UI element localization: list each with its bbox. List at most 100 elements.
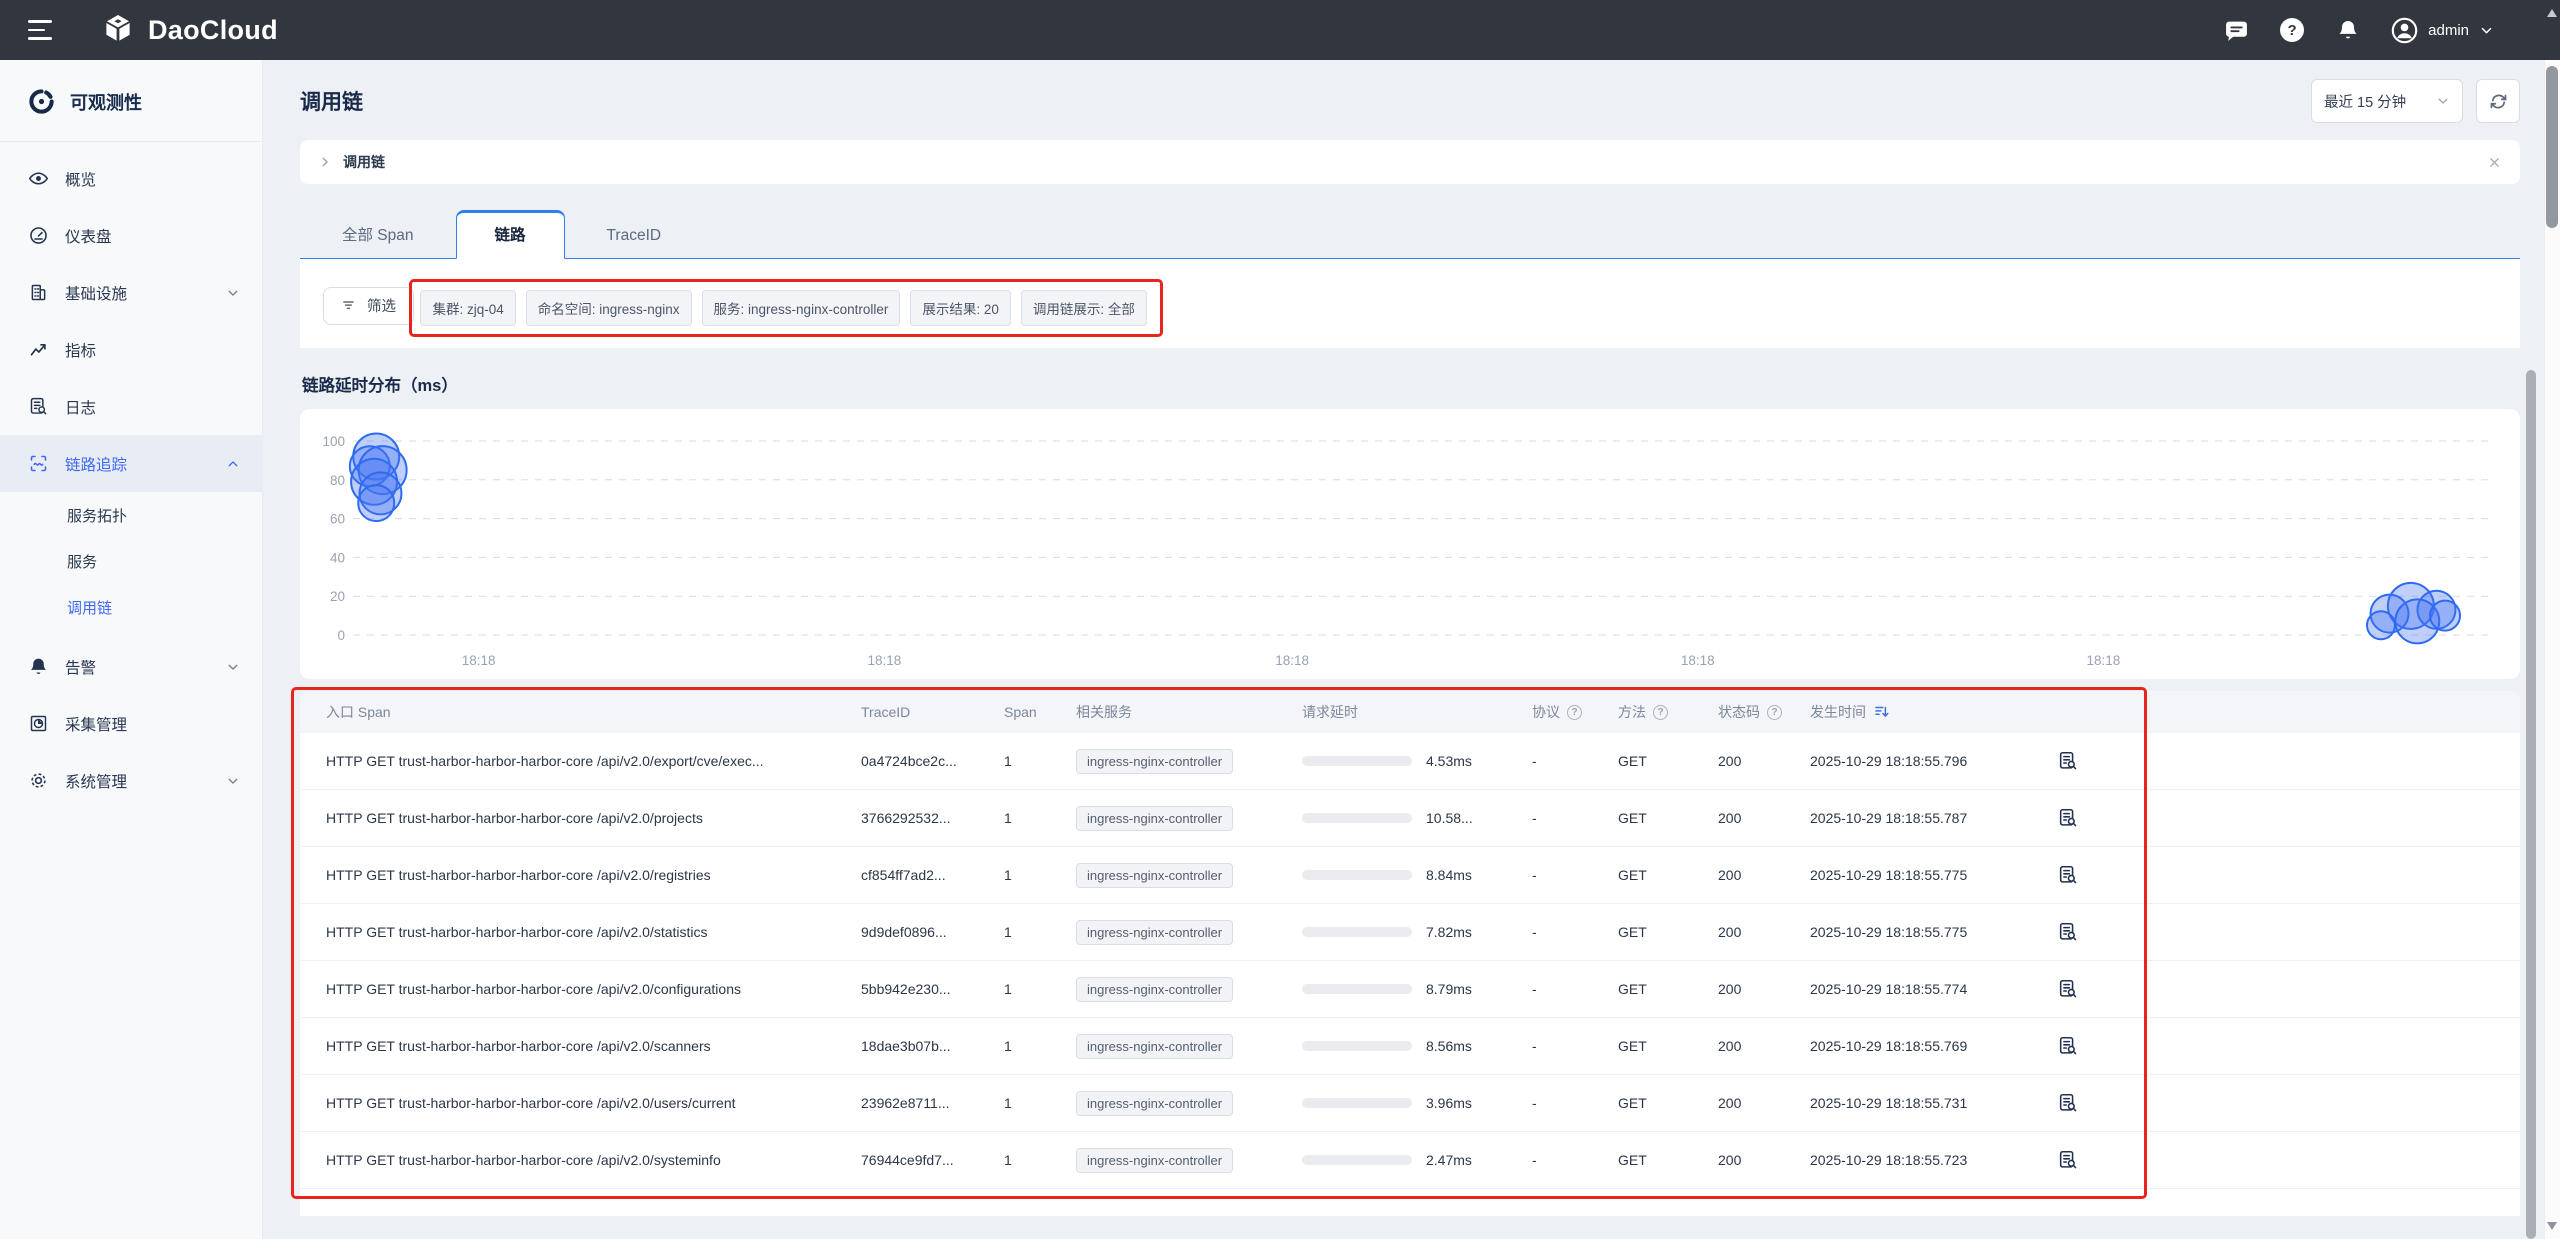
table-row[interactable]: HTTP GET trust-harbor-harbor-harbor-core…	[300, 1075, 2520, 1132]
filter-tag[interactable]: 集群: zjq-04	[420, 290, 515, 326]
breadcrumb-item[interactable]: 调用链	[343, 152, 385, 172]
svg-text:18:18: 18:18	[2087, 653, 2121, 668]
filter-tag[interactable]: 命名空间: ingress-nginx	[526, 290, 692, 326]
service-tag[interactable]: ingress-nginx-controller	[1076, 1148, 1233, 1173]
traceid-cell[interactable]: 0a4724bce2c...	[861, 753, 1004, 769]
view-logs-button[interactable]	[2057, 1035, 2107, 1057]
entry-span-cell[interactable]: HTTP GET trust-harbor-harbor-harbor-core…	[326, 867, 861, 883]
sidebar-item-alerts[interactable]: 告警	[0, 638, 262, 695]
table-row[interactable]: HTTP GET trust-harbor-harbor-harbor-core…	[300, 904, 2520, 961]
service-tag[interactable]: ingress-nginx-controller	[1076, 920, 1233, 945]
refresh-button[interactable]	[2476, 79, 2520, 123]
help-icon[interactable]: ?	[2279, 17, 2305, 43]
window-scrollbar[interactable]	[2544, 0, 2560, 1239]
entry-span-cell[interactable]: HTTP GET trust-harbor-harbor-harbor-core…	[326, 1038, 861, 1054]
view-logs-button[interactable]	[2057, 978, 2107, 1000]
entry-span-cell[interactable]: HTTP GET trust-harbor-harbor-harbor-core…	[326, 924, 861, 940]
table-row[interactable]: HTTP GET trust-harbor-harbor-harbor-core…	[300, 733, 2520, 790]
tab-link[interactable]: 链路	[456, 210, 565, 259]
building-icon	[28, 282, 49, 303]
view-logs-button[interactable]	[2057, 864, 2107, 886]
view-logs-button[interactable]	[2057, 1092, 2107, 1114]
entry-span-cell[interactable]: HTTP GET trust-harbor-harbor-harbor-core…	[326, 1152, 861, 1168]
traceid-cell[interactable]: 76944ce9fd7...	[861, 1152, 1004, 1168]
latency-bar	[1302, 1155, 1412, 1165]
service-tag[interactable]: ingress-nginx-controller	[1076, 806, 1233, 831]
sidebar-item-metrics[interactable]: 指标	[0, 321, 262, 378]
table-row[interactable]: HTTP GET trust-harbor-harbor-harbor-core…	[300, 1132, 2520, 1189]
view-logs-button[interactable]	[2057, 921, 2107, 943]
time-cell: 2025-10-29 18:18:55.731	[1810, 1095, 2057, 1111]
sidebar-item-system[interactable]: 系统管理	[0, 752, 262, 809]
sort-desc-icon[interactable]	[1873, 703, 1891, 721]
sidebar-item-collection[interactable]: 采集管理	[0, 695, 262, 752]
entry-span-cell[interactable]: HTTP GET trust-harbor-harbor-harbor-core…	[326, 753, 861, 769]
sidebar-item-logs[interactable]: 日志	[0, 378, 262, 435]
time-cell: 2025-10-29 18:18:55.774	[1810, 981, 2057, 997]
col-entry-span[interactable]: 入口 Span	[326, 702, 861, 722]
service-tag[interactable]: ingress-nginx-controller	[1076, 1091, 1233, 1116]
service-tag[interactable]: ingress-nginx-controller	[1076, 749, 1233, 774]
sidebar-item-traces[interactable]: 调用链	[0, 584, 262, 630]
menu-icon[interactable]	[28, 20, 54, 40]
scrollbar-track[interactable]	[2544, 60, 2560, 1239]
traceid-cell[interactable]: 3766292532...	[861, 810, 1004, 826]
app-logo[interactable]: DaoCloud	[100, 12, 278, 48]
chevron-right-icon[interactable]	[318, 155, 332, 169]
divider	[0, 141, 262, 142]
filter-tag[interactable]: 展示结果: 20	[910, 290, 1011, 326]
user-menu[interactable]: admin	[2391, 17, 2494, 44]
table-row[interactable]: HTTP GET trust-harbor-harbor-harbor-core…	[300, 1018, 2520, 1075]
help-icon[interactable]: ?	[1767, 705, 1782, 720]
scroll-up-arrow-icon[interactable]	[2547, 9, 2557, 17]
time-range-select[interactable]: 最近 15 分钟	[2311, 79, 2463, 123]
sidebar-item-services[interactable]: 服务	[0, 538, 262, 584]
entry-span-cell[interactable]: HTTP GET trust-harbor-harbor-harbor-core…	[326, 981, 861, 997]
close-icon[interactable]	[2487, 155, 2502, 170]
tab-all-span[interactable]: 全部 Span	[300, 211, 456, 258]
view-logs-button[interactable]	[2057, 807, 2107, 829]
col-traceid[interactable]: TraceID	[861, 704, 1004, 720]
traceid-cell[interactable]: 23962e8711...	[861, 1095, 1004, 1111]
content-scrollbar-thumb[interactable]	[2526, 370, 2536, 1239]
sidebar-item-overview[interactable]: 概览	[0, 150, 262, 207]
sidebar-item-infrastructure[interactable]: 基础设施	[0, 264, 262, 321]
view-logs-button[interactable]	[2057, 1149, 2107, 1171]
tab-traceid[interactable]: TraceID	[565, 215, 704, 258]
sidebar-item-dashboards[interactable]: 仪表盘	[0, 207, 262, 264]
col-service[interactable]: 相关服务	[1076, 702, 1302, 722]
table-row[interactable]: HTTP GET trust-harbor-harbor-harbor-core…	[300, 847, 2520, 904]
breadcrumb: 调用链	[300, 140, 2520, 184]
message-icon[interactable]	[2223, 17, 2249, 43]
traceid-cell[interactable]: 5bb942e230...	[861, 981, 1004, 997]
sidebar-item-service-topology[interactable]: 服务拓扑	[0, 492, 262, 538]
traceid-cell[interactable]: 9d9def0896...	[861, 924, 1004, 940]
table-row[interactable]: HTTP GET trust-harbor-harbor-harbor-core…	[300, 961, 2520, 1018]
entry-span-cell[interactable]: HTTP GET trust-harbor-harbor-harbor-core…	[326, 1095, 861, 1111]
bell-icon[interactable]	[2335, 17, 2361, 43]
service-tag[interactable]: ingress-nginx-controller	[1076, 1034, 1233, 1059]
help-icon[interactable]: ?	[1567, 705, 1582, 720]
latency-bar	[1302, 756, 1412, 766]
latency-scatter-chart[interactable]: 02040608010018:1818:1818:1818:1818:18	[300, 409, 2520, 679]
table-row[interactable]: HTTP GET trust-harbor-harbor-harbor-core…	[300, 790, 2520, 847]
filter-button[interactable]: 筛选	[323, 287, 414, 325]
service-tag[interactable]: ingress-nginx-controller	[1076, 977, 1233, 1002]
latency-bar	[1302, 1041, 1412, 1051]
col-latency[interactable]: 请求延时	[1302, 702, 1532, 722]
log-search-icon	[28, 396, 49, 417]
sidebar-item-label: 采集管理	[65, 713, 127, 735]
service-tag[interactable]: ingress-nginx-controller	[1076, 863, 1233, 888]
entry-span-cell[interactable]: HTTP GET trust-harbor-harbor-harbor-core…	[326, 810, 861, 826]
scroll-down-arrow-icon[interactable]	[2547, 1222, 2557, 1230]
filter-tag[interactable]: 服务: ingress-nginx-controller	[702, 290, 901, 326]
traceid-cell[interactable]: 18dae3b07b...	[861, 1038, 1004, 1054]
help-icon[interactable]: ?	[1653, 705, 1668, 720]
username: admin	[2428, 22, 2469, 39]
col-span[interactable]: Span	[1004, 704, 1076, 720]
sidebar-item-tracing[interactable]: 链路追踪	[0, 435, 262, 492]
view-logs-button[interactable]	[2057, 750, 2107, 772]
scrollbar-thumb[interactable]	[2546, 66, 2558, 228]
traceid-cell[interactable]: cf854ff7ad2...	[861, 867, 1004, 883]
filter-tag[interactable]: 调用链展示: 全部	[1021, 290, 1147, 326]
